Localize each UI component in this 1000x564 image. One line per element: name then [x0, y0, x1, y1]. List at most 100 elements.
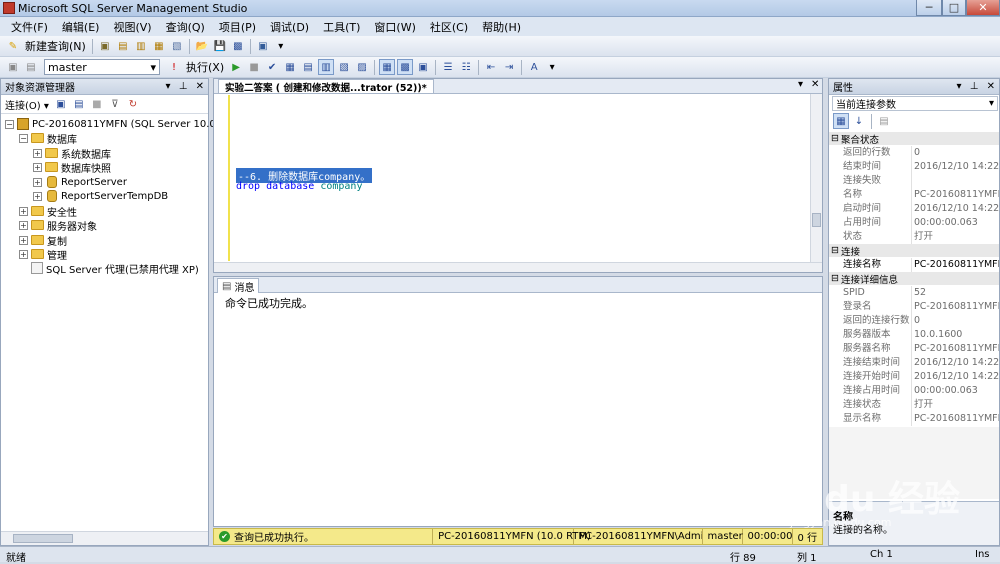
maximize-button[interactable]: □: [942, 0, 966, 16]
tree-node-management[interactable]: + 管理: [19, 247, 67, 262]
collapse-icon[interactable]: ⊟: [829, 133, 841, 144]
save-icon[interactable]: 💾: [212, 38, 228, 54]
menu-debug[interactable]: 调试(D): [263, 19, 316, 35]
panel-menu-icon[interactable]: ▾: [165, 81, 170, 92]
editor-horizontal-scrollbar[interactable]: [214, 262, 822, 272]
tree-node-system-db[interactable]: + 系统数据库: [33, 146, 111, 161]
client-stats-icon[interactable]: ▩: [397, 59, 414, 75]
toolbar-overflow-icon[interactable]: ▾: [544, 59, 560, 75]
property-row[interactable]: 启动时间 2016/12/10 14:22:38: [829, 202, 999, 216]
results-grid-icon[interactable]: ▧: [336, 59, 352, 75]
tree-node-agent[interactable]: SQL Server 代理(已禁用代理 XP): [31, 261, 199, 276]
property-row[interactable]: 连接状态 打开: [829, 398, 999, 412]
property-row[interactable]: 连接开始时间 2016/12/10 14:22:38: [829, 370, 999, 384]
property-row[interactable]: 占用时间 00:00:00.063: [829, 216, 999, 230]
pin-icon[interactable]: ⊥: [970, 81, 979, 92]
results-pane-icon[interactable]: ▣: [415, 59, 431, 75]
save-all-icon[interactable]: ▩: [230, 38, 246, 54]
tree-node-replication[interactable]: + 复制: [19, 233, 67, 248]
close-button[interactable]: ✕: [966, 0, 1000, 16]
database-select[interactable]: master ▾: [44, 59, 160, 75]
menu-edit[interactable]: 编辑(E): [55, 19, 107, 35]
property-row[interactable]: 服务器名称 PC-20160811YMFN: [829, 342, 999, 356]
property-row[interactable]: 返回的行数 0: [829, 146, 999, 160]
expand-icon[interactable]: +: [33, 191, 42, 201]
results-text-icon[interactable]: ▥: [318, 59, 335, 75]
include-plan-icon[interactable]: ▦: [379, 59, 396, 75]
expand-icon[interactable]: +: [19, 249, 28, 259]
comment-icon[interactable]: ☰: [440, 59, 456, 75]
stop-icon[interactable]: ■: [89, 96, 105, 112]
panel-menu-icon[interactable]: ▾: [956, 81, 961, 92]
category-details[interactable]: ⊟ 连接详细信息: [829, 272, 999, 286]
menu-help[interactable]: 帮助(H): [475, 19, 528, 35]
menu-window[interactable]: 窗口(W): [367, 19, 422, 35]
close-icon[interactable]: ✕: [811, 79, 819, 90]
specify-values-icon[interactable]: A: [526, 59, 542, 75]
expand-icon[interactable]: +: [19, 235, 28, 245]
change-connection-icon[interactable]: ▤: [23, 59, 39, 75]
property-row[interactable]: 名称 PC-20160811YMFN: [829, 188, 999, 202]
menu-query[interactable]: 查询(Q): [159, 19, 212, 35]
decrease-indent-icon[interactable]: ⇤: [483, 59, 499, 75]
scrollbar-thumb[interactable]: [13, 534, 73, 543]
property-pages-icon[interactable]: ▤: [876, 113, 892, 129]
code-line-drop[interactable]: drop database company: [236, 181, 362, 192]
collapse-icon[interactable]: ⊟: [829, 245, 841, 256]
property-row[interactable]: 结束时间 2016/12/10 14:22:38: [829, 160, 999, 174]
property-row[interactable]: 连接结束时间 2016/12/10 14:22:38: [829, 356, 999, 370]
tree-node-security[interactable]: + 安全性: [19, 204, 77, 219]
menu-project[interactable]: 项目(P): [212, 19, 263, 35]
close-icon[interactable]: ✕: [987, 81, 995, 92]
scrollbar-thumb[interactable]: [812, 213, 821, 227]
uncomment-icon[interactable]: ☷: [458, 59, 474, 75]
horizontal-scrollbar[interactable]: [1, 531, 208, 545]
toolbar-overflow-icon[interactable]: ▾: [273, 38, 289, 54]
tree-node-databases[interactable]: − 数据库: [19, 131, 77, 146]
expand-icon[interactable]: +: [33, 148, 42, 158]
menu-tools[interactable]: 工具(T): [316, 19, 367, 35]
category-connection[interactable]: ⊟ 连接: [829, 244, 999, 258]
results-file-icon[interactable]: ▨: [354, 59, 370, 75]
pin-icon[interactable]: ⊥: [179, 81, 188, 92]
estimated-plan-icon[interactable]: ▦: [282, 59, 298, 75]
connect-dropdown[interactable]: 连接(O) ▾: [5, 97, 49, 112]
new-query-button[interactable]: 新建查询(N): [25, 38, 86, 54]
messages-tab[interactable]: ▤ 消息: [217, 278, 260, 294]
property-row[interactable]: 连接失败: [829, 174, 999, 188]
expand-icon[interactable]: +: [33, 177, 42, 187]
collapse-icon[interactable]: −: [19, 133, 28, 143]
increase-indent-icon[interactable]: ⇥: [501, 59, 517, 75]
property-row[interactable]: 显示名称 PC-20160811YMFN: [829, 412, 999, 426]
menu-view[interactable]: 视图(V): [106, 19, 158, 35]
tree-node-reportservertempdb[interactable]: + ReportServerTempDB: [33, 189, 168, 203]
parse-icon[interactable]: ✔: [264, 59, 280, 75]
close-icon[interactable]: ✕: [196, 81, 204, 92]
activity-monitor-icon[interactable]: ▣: [255, 38, 271, 54]
execute-button[interactable]: 执行(X): [186, 59, 224, 75]
mdx-query-icon[interactable]: ▥: [133, 38, 149, 54]
property-row[interactable]: 状态 打开: [829, 230, 999, 244]
expand-icon[interactable]: +: [33, 162, 42, 172]
query-designer-icon[interactable]: ▤: [300, 59, 316, 75]
property-row[interactable]: 返回的连接行数 0: [829, 314, 999, 328]
property-row[interactable]: 服务器版本 10.0.1600: [829, 328, 999, 342]
menu-file[interactable]: 文件(F): [4, 19, 55, 35]
categorized-icon[interactable]: ▦: [833, 113, 849, 129]
editor-tab[interactable]: 实验二答案 ( 创建和修改数据...trator (52))*: [218, 79, 434, 94]
open-file-icon[interactable]: 📂: [194, 38, 210, 54]
collapse-icon[interactable]: −: [5, 119, 14, 129]
tree-node-server[interactable]: − PC-20160811YMFN (SQL Server 10.0.1600: [5, 117, 244, 131]
property-row[interactable]: 连接占用时间 00:00:00.063: [829, 384, 999, 398]
expand-icon[interactable]: +: [19, 220, 28, 230]
property-row-connection-name[interactable]: 连接名称 PC-20160811YMFN (: [829, 258, 999, 272]
editor-vertical-scrollbar[interactable]: [810, 94, 822, 262]
tree-node-server-objects[interactable]: + 服务器对象: [19, 218, 97, 233]
refresh-icon[interactable]: ↻: [125, 96, 141, 112]
collapse-icon[interactable]: ⊟: [829, 273, 841, 284]
alphabetical-icon[interactable]: ↓: [851, 113, 867, 129]
dmx-query-icon[interactable]: ▦: [151, 38, 167, 54]
filter-icon[interactable]: ⊽: [107, 96, 123, 112]
tree-node-snapshots[interactable]: + 数据库快照: [33, 160, 111, 175]
menu-community[interactable]: 社区(C): [423, 19, 475, 35]
